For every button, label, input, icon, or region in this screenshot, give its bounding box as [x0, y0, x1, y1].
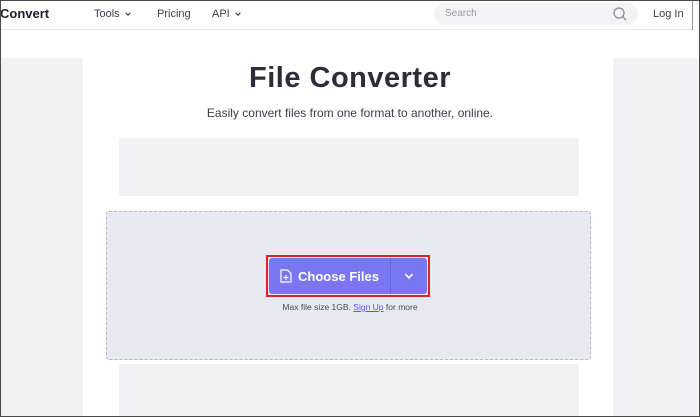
search-placeholder: Search [445, 8, 477, 19]
signup-link[interactable]: Sign Up [353, 302, 383, 312]
nav-pricing-label: Pricing [157, 8, 191, 20]
search-input[interactable]: Search [434, 3, 638, 25]
ad-placeholder [119, 138, 579, 196]
login-link[interactable]: Log In [653, 8, 684, 20]
file-plus-icon [280, 269, 292, 283]
nav-api[interactable]: API [212, 8, 242, 20]
max-size-suffix: for more [385, 302, 418, 312]
logo[interactable]: Convert [0, 6, 49, 21]
choose-files-label: Choose Files [298, 268, 379, 284]
search-icon[interactable] [612, 6, 628, 22]
lower-placeholder [119, 364, 579, 417]
header-edge [692, 0, 700, 30]
choose-files-button[interactable]: Choose Files [269, 258, 390, 294]
max-size-text: Max file size 1GB. [282, 302, 351, 312]
nav-tools-label: Tools [94, 8, 120, 20]
source-dropdown-button[interactable] [391, 258, 427, 294]
page-title: File Converter [249, 62, 451, 94]
choose-files-button-group[interactable]: Choose Files [269, 258, 427, 294]
chevron-down-icon [404, 273, 414, 279]
nav-pricing[interactable]: Pricing [157, 8, 191, 20]
nav-tools[interactable]: Tools [94, 8, 132, 20]
max-file-size-note: Max file size 1GB. Sign Up for more [0, 302, 700, 312]
chevron-down-icon [234, 12, 241, 16]
page-subtitle: Easily convert files from one format to … [206, 106, 494, 120]
nav-api-label: API [212, 8, 230, 20]
chevron-down-icon [124, 12, 131, 16]
top-nav: Convert Tools Pricing API Search Log In [0, 0, 700, 30]
